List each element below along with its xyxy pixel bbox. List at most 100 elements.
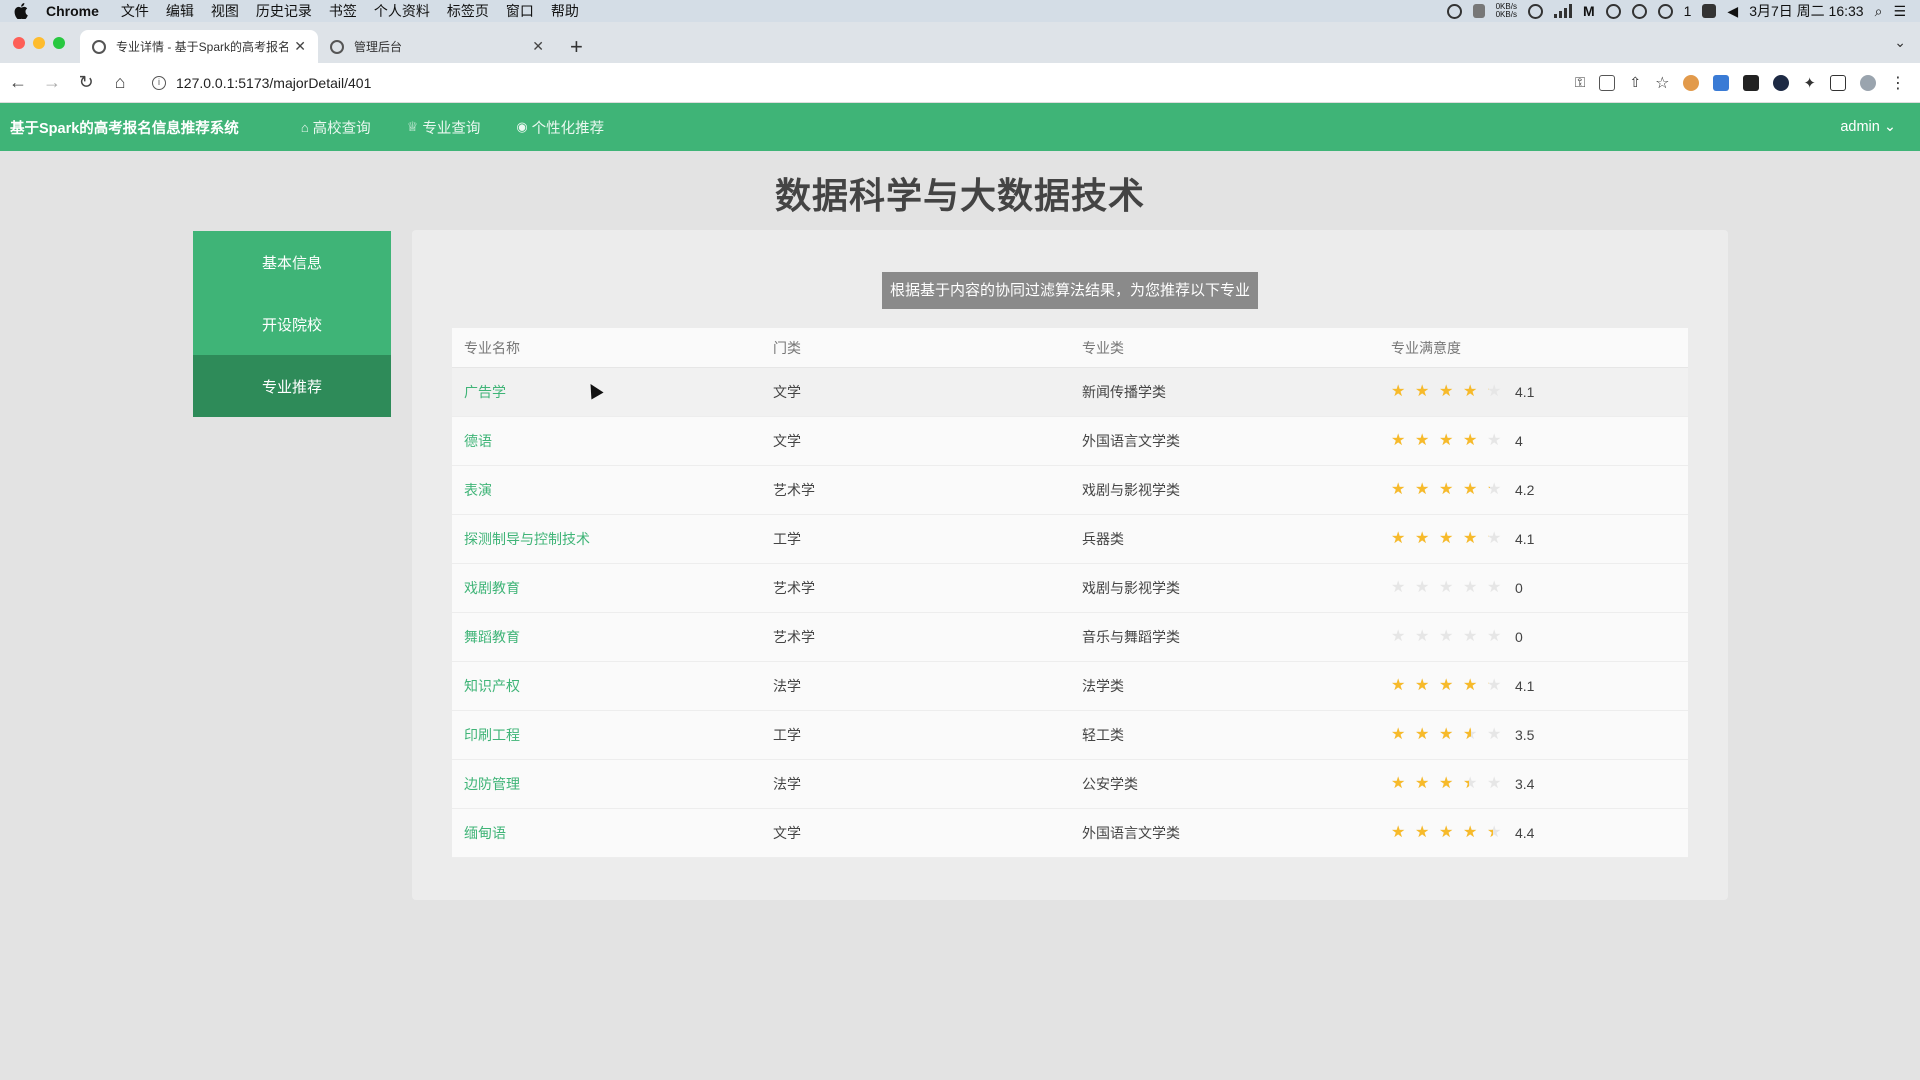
new-tab-button[interactable]: + xyxy=(570,34,583,60)
table-row[interactable]: 表演艺术学 戏剧与影视学类 ★★ ★★ ★★ ★★ ★★ 4.2 xyxy=(452,466,1688,515)
minimize-window-button[interactable] xyxy=(33,37,45,49)
menu-help[interactable]: 帮助 xyxy=(551,1,579,21)
close-tab-icon[interactable]: ✕ xyxy=(294,38,306,55)
puzzle-icon[interactable]: ✦ xyxy=(1803,74,1816,92)
volume-icon[interactable]: ◀ xyxy=(1727,3,1738,20)
control-center-icon[interactable]: ☰ xyxy=(1893,3,1906,20)
weather-icon[interactable] xyxy=(1527,3,1543,19)
side-menu-recommend[interactable]: 专业推荐 xyxy=(193,355,391,417)
nav-personal-recommend[interactable]: ◉ 个性化推荐 xyxy=(516,117,604,138)
table-row[interactable]: 德语 文学 外国语言文学类 ★ ★ ★ ★ ★ ★ ★ ★ ★ 4 xyxy=(452,417,1688,466)
menu-view[interactable]: 视图 xyxy=(211,1,239,21)
address-bar[interactable]: i 127.0.0.1:5173/majorDetail/401 xyxy=(144,68,1514,98)
table-header: 专业名称 门类 专业类 专业满意度 xyxy=(452,328,1688,368)
bookmark-star-icon[interactable]: ☆ xyxy=(1655,73,1669,93)
menu-profiles[interactable]: 个人资料 xyxy=(374,1,430,21)
major-name-link[interactable]: 戏剧教育 xyxy=(452,578,761,598)
tab-major-detail[interactable]: 专业详情 - 基于Spark的高考报名 ✕ xyxy=(80,30,318,63)
apple-icon[interactable] xyxy=(14,3,28,19)
major-name-link[interactable]: 表演 xyxy=(452,480,761,500)
major-class: 戏剧与影视学类 xyxy=(1082,482,1180,498)
menu-file[interactable]: 文件 xyxy=(121,1,149,21)
table-row[interactable]: 知识产权法学 法学类 ★★ ★★ ★★ ★★ ★★ 4.1 xyxy=(452,662,1688,711)
reload-icon[interactable]: ↻ xyxy=(70,72,102,93)
key-icon[interactable]: ⚿ xyxy=(1575,74,1586,91)
tab-search-icon[interactable]: ⌄ xyxy=(1894,34,1906,51)
star-icon: ★★ xyxy=(1463,481,1478,498)
tab-admin[interactable]: 管理后台 ✕ xyxy=(318,30,556,63)
record-icon[interactable] xyxy=(1446,3,1462,19)
nav-major-search[interactable]: ♕ 专业查询 xyxy=(407,117,481,138)
star-icon: ★ xyxy=(1463,628,1478,645)
menu-window[interactable]: 窗口 xyxy=(506,1,534,21)
major-name-link[interactable]: 印刷工程 xyxy=(452,725,761,745)
user-dropdown[interactable]: admin ⌄ xyxy=(1840,119,1896,135)
table-row[interactable]: 探测制导与控制技术工学 兵器类 ★★ ★★ ★★ ★★ ★★ 4.1 xyxy=(452,515,1688,564)
major-name-link[interactable]: 缅甸语 xyxy=(452,823,761,843)
major-name-link[interactable]: 德语 xyxy=(452,431,761,451)
rating-stars: ★ ★ ★ ★ ★ xyxy=(1391,580,1503,596)
share-icon[interactable]: ⇧ xyxy=(1629,74,1641,91)
zoom-window-button[interactable] xyxy=(53,37,65,49)
major-name-link[interactable]: 边防管理 xyxy=(452,774,761,794)
menu-bookmarks[interactable]: 书签 xyxy=(329,1,357,21)
datetime[interactable]: 3月7日 周二 16:33 xyxy=(1749,1,1863,21)
satisfaction-rating: ★★ ★★ ★★ ★★ ★★ 4.1 xyxy=(1379,678,1688,695)
wechat-icon[interactable] xyxy=(1657,3,1673,19)
star-icon: ★★ xyxy=(1439,726,1454,743)
input-method-icon[interactable] xyxy=(1702,4,1717,18)
nav-university-search[interactable]: ⌂ 高校查询 xyxy=(301,117,371,138)
maps-icon[interactable]: M xyxy=(1583,3,1595,19)
menu-app-name[interactable]: Chrome xyxy=(46,3,99,19)
tab-title: 管理后台 xyxy=(354,40,403,54)
major-category: 文学 xyxy=(773,825,801,841)
search-icon[interactable]: ⌕ xyxy=(1875,3,1883,20)
major-name-link[interactable]: 广告学 xyxy=(452,382,761,402)
side-menu-universities[interactable]: 开设院校 xyxy=(193,293,391,355)
table-row[interactable]: 印刷工程 工学 轻工类 ★ ★ ★ ★ ★ ★ ★ ★ ★ 3.5 xyxy=(452,711,1688,760)
extension-badge-icon[interactable] xyxy=(1743,74,1760,91)
menu-tabs[interactable]: 标签页 xyxy=(447,1,489,21)
satisfaction-rating: ★★★★★★★★★3.4 xyxy=(1379,776,1688,793)
extension-layers-icon[interactable] xyxy=(1713,74,1730,91)
chat-icon[interactable] xyxy=(1631,3,1647,19)
menu-edit[interactable]: 编辑 xyxy=(166,1,194,21)
major-class: 轻工类 xyxy=(1082,727,1124,743)
major-name-link[interactable]: 探测制导与控制技术 xyxy=(452,529,761,549)
translate-icon[interactable] xyxy=(1599,74,1616,91)
cat-icon[interactable] xyxy=(1472,4,1485,18)
extension-avatar-icon[interactable] xyxy=(1683,74,1700,91)
home-icon[interactable]: ⌂ xyxy=(104,72,136,93)
major-class: 音乐与舞蹈学类 xyxy=(1082,629,1180,645)
url-text[interactable]: 127.0.0.1:5173/majorDetail/401 xyxy=(176,75,371,91)
close-tab-icon[interactable]: ✕ xyxy=(532,38,544,55)
rating-stars: ★★ ★★ ★★ ★★ ★★ xyxy=(1391,384,1503,400)
table-row[interactable]: 舞蹈教育 艺术学 音乐与舞蹈学类 ★ ★ ★ ★ ★ 0 xyxy=(452,613,1688,662)
target-icon: ◉ xyxy=(516,119,528,134)
more-menu-icon[interactable]: ⋮ xyxy=(1890,73,1906,93)
rating-stars: ★★ ★★ ★★ ★★ ★★ xyxy=(1391,825,1503,841)
extension-hex-icon[interactable] xyxy=(1773,74,1790,91)
forward-icon[interactable]: → xyxy=(36,72,68,93)
sidebar-icon[interactable] xyxy=(1830,74,1846,91)
star-icon: ★★ xyxy=(1415,383,1430,400)
close-window-button[interactable] xyxy=(13,37,25,49)
profile-avatar-icon[interactable] xyxy=(1860,74,1876,91)
vpn-icon[interactable] xyxy=(1605,3,1621,19)
star-icon: ★ xyxy=(1415,579,1430,596)
table-row[interactable]: 戏剧教育 艺术学 戏剧与影视学类 ★ ★ ★ ★ ★ 0 xyxy=(452,564,1688,613)
site-brand[interactable]: 基于Spark的高考报名信息推荐系统 xyxy=(10,117,239,138)
back-icon[interactable]: ← xyxy=(2,72,34,93)
table-row[interactable]: 边防管理法学公安学类★★★★★★★★★3.4 xyxy=(452,760,1688,809)
net-down: 0KB/s xyxy=(1495,10,1517,19)
signal-icon[interactable] xyxy=(1553,4,1572,18)
nav-label: 高校查询 xyxy=(312,120,371,137)
table-row[interactable]: 广告学文学 新闻传播学类 ★★ ★★ ★★ ★★ ★★ 4.1 xyxy=(452,368,1688,417)
site-info-icon[interactable]: i xyxy=(152,75,166,90)
side-menu-basic-info[interactable]: 基本信息 xyxy=(193,231,391,293)
table-row[interactable]: 缅甸语文学 外国语言文学类 ★★ ★★ ★★ ★★ ★★ 4.4 xyxy=(452,809,1688,858)
menu-history[interactable]: 历史记录 xyxy=(256,1,312,21)
star-icon: ★★ xyxy=(1463,432,1478,449)
major-name-link[interactable]: 舞蹈教育 xyxy=(452,627,761,647)
major-name-link[interactable]: 知识产权 xyxy=(452,676,761,696)
